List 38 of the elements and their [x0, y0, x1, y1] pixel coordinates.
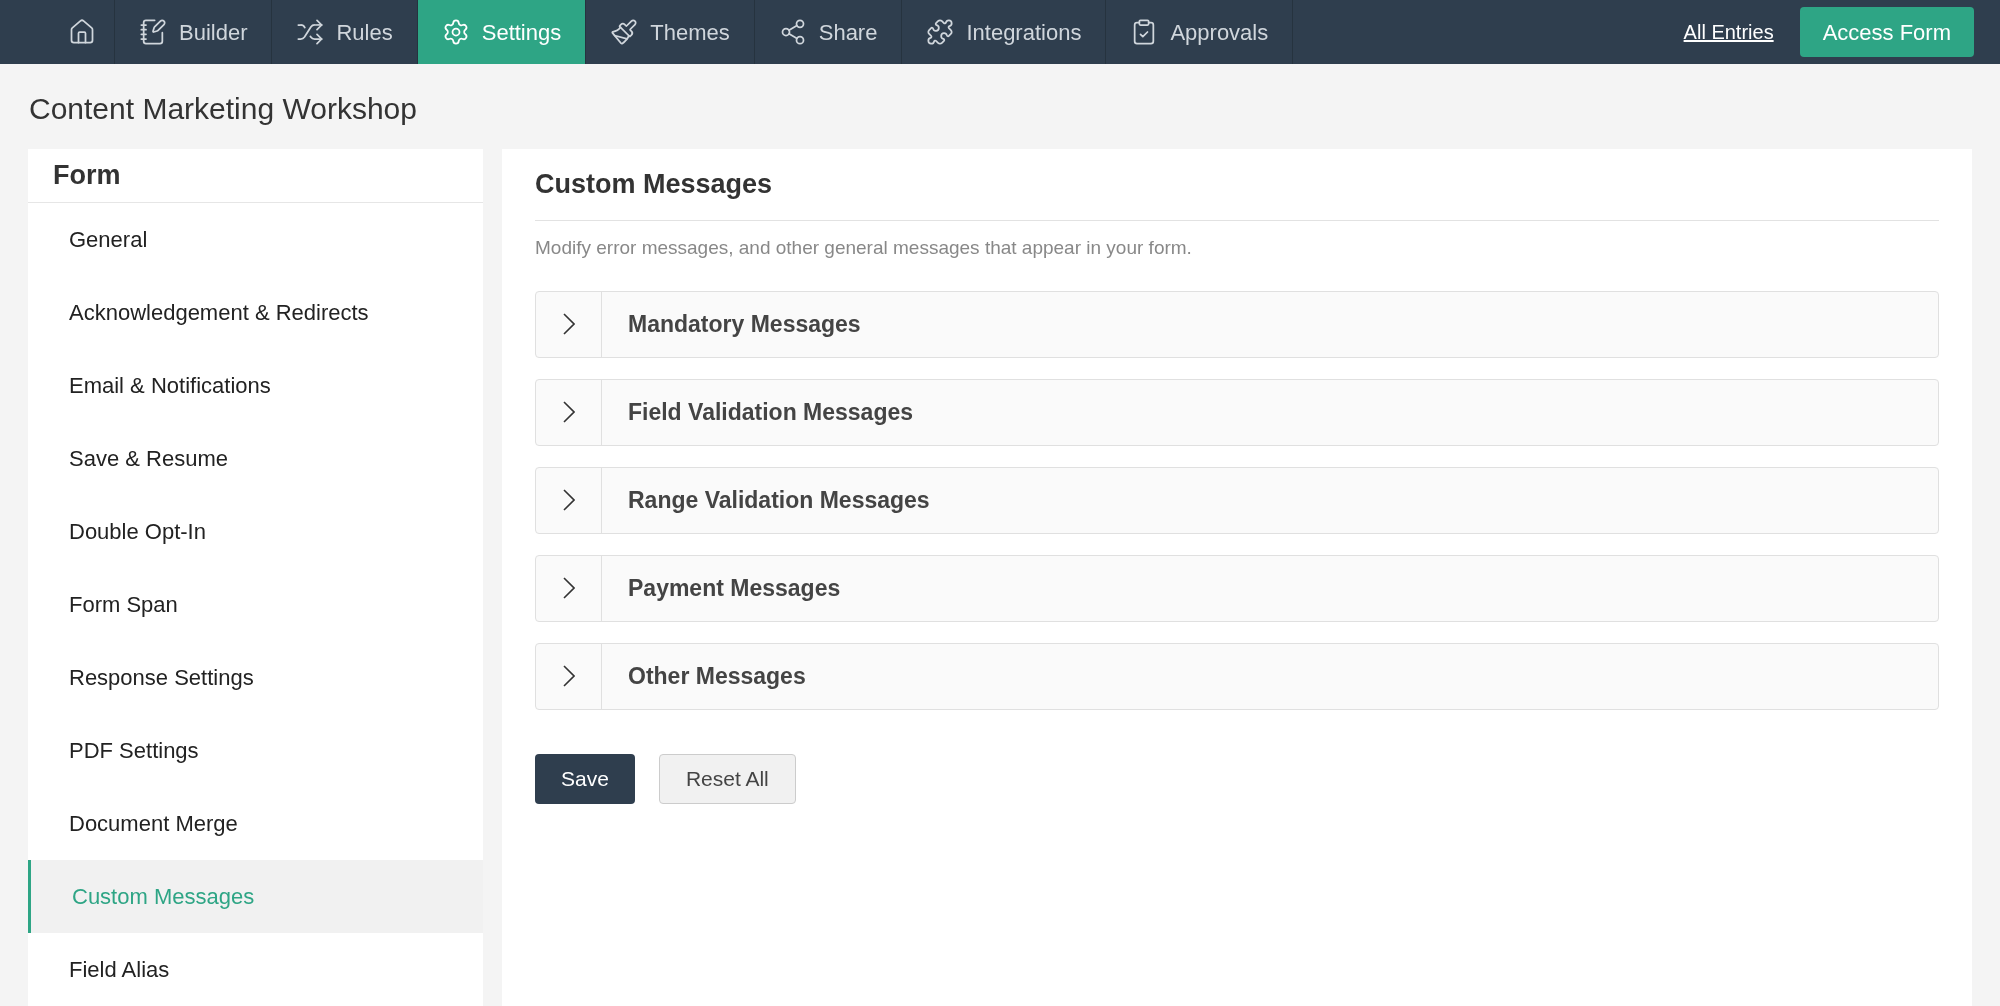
chevron-right-icon: [562, 577, 575, 599]
reset-button[interactable]: Reset All: [658, 753, 796, 804]
paintbrush-icon: [610, 18, 639, 46]
nav-tab[interactable]: Approvals: [1106, 0, 1294, 64]
sidebar-heading: Form: [28, 149, 483, 203]
section-title: Custom Messages: [535, 149, 1939, 221]
nav-tab[interactable]: Share: [754, 0, 903, 64]
accordion-header[interactable]: Range Validation Messages: [535, 466, 1939, 534]
description-text: Modify error messages, and other general messages that appear in your form.: [535, 236, 1193, 260]
sidebar-item[interactable]: Response Settings: [28, 641, 483, 714]
sidebar-item[interactable]: General: [28, 203, 483, 276]
all-entries-link[interactable]: All Entries: [1683, 17, 1774, 47]
chevron-right-icon: [562, 313, 575, 335]
chevron-right-icon: [562, 401, 575, 423]
sidebar-item[interactable]: PDF Settings: [28, 714, 483, 787]
home-icon: [68, 18, 96, 46]
nav-tab[interactable]: Rules: [272, 0, 418, 64]
accordion-header[interactable]: Mandatory Messages: [535, 290, 1939, 358]
sidebar-item[interactable]: Document Merge: [28, 787, 483, 860]
accordion-header[interactable]: Payment Messages: [535, 554, 1939, 622]
sidebar-item[interactable]: Save & Resume: [28, 422, 483, 495]
sidebar-item[interactable]: Form Span: [28, 568, 483, 641]
accordion-header[interactable]: Other Messages: [535, 642, 1939, 710]
page-title: Content Marketing Workshop: [28, 91, 418, 127]
chevron-right-icon: [562, 489, 575, 511]
nav-tab[interactable]: Themes: [586, 0, 755, 64]
sidebar-item[interactable]: Acknowledgement & Redirects: [28, 276, 483, 349]
chevron-right-icon: [562, 665, 575, 687]
sidebar-item[interactable]: Field Alias: [28, 933, 483, 1006]
sidebar-item[interactable]: Email & Notifications: [28, 349, 483, 422]
sidebar-item[interactable]: Double Opt-In: [28, 495, 483, 568]
notebook-pen-icon: [139, 18, 167, 46]
shuffle-icon: [296, 18, 325, 46]
puzzle-icon: [926, 18, 955, 46]
save-button[interactable]: Save: [535, 753, 635, 804]
nav-tab[interactable]: Integrations: [902, 0, 1107, 64]
nav-tab[interactable]: Builder: [115, 0, 273, 64]
accordion-header[interactable]: Field Validation Messages: [535, 378, 1939, 446]
